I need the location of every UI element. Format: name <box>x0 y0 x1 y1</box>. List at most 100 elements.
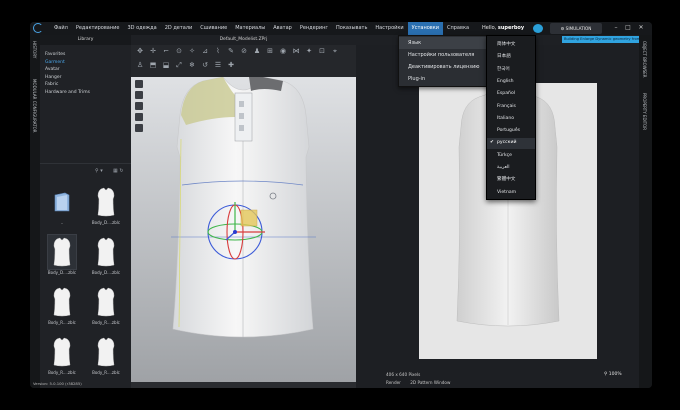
language-option[interactable]: العربية <box>487 163 535 174</box>
library-item[interactable]: Fabric <box>45 81 90 89</box>
language-option[interactable]: Português <box>487 126 535 137</box>
library-item[interactable]: Avatar <box>45 66 90 74</box>
reset-icon[interactable]: ↺ <box>201 61 209 69</box>
language-option[interactable]: ✔ русский <box>487 138 535 150</box>
library-thumbnail[interactable]: Body_D....zblc <box>87 235 125 278</box>
measure-icon[interactable]: ⊿ <box>201 47 209 55</box>
simulation-button[interactable]: ⚙ SIMULATION <box>550 23 602 34</box>
flatten-icon[interactable]: ⬒ <box>149 61 157 69</box>
language-option[interactable]: Français <box>487 102 535 113</box>
language-option[interactable]: 繁體中文 <box>487 175 535 186</box>
menu-item-4[interactable]: Сшивание <box>196 22 231 35</box>
language-option-label: Español <box>497 91 516 97</box>
garment-thumbnail-icon <box>48 335 76 369</box>
trim-icon[interactable]: ⊞ <box>266 47 274 55</box>
scale-icon[interactable]: ⤢ <box>175 61 183 69</box>
avatar-pose-icon[interactable]: ♙ <box>136 61 144 69</box>
fold-icon[interactable]: ⌐ <box>162 47 170 55</box>
library-thumbnail[interactable]: Body_D....zblc <box>87 185 125 228</box>
object-browser-tab[interactable]: OBJECT BROWSER <box>642 41 647 78</box>
texture-view-icon[interactable] <box>135 124 143 132</box>
tab-2d-pattern-window[interactable]: 2D Pattern Window <box>410 380 450 385</box>
library-thumbnail[interactable]: Body_R....zblc <box>87 285 125 328</box>
library-item[interactable]: Garment <box>45 59 90 67</box>
library-thumbnail[interactable]: Body_R....zblc <box>43 285 81 328</box>
layer-icon[interactable]: ☰ <box>214 61 222 69</box>
property-editor-tab[interactable]: PROPERTY EDITOR <box>642 93 647 130</box>
strengthen-icon[interactable]: ⬓ <box>162 61 170 69</box>
folder-icon <box>48 185 76 219</box>
right-panel-strip: OBJECT BROWSER PROPERTY EDITOR <box>639 35 652 388</box>
show-garment-icon[interactable] <box>135 113 143 121</box>
library-thumbnail[interactable]: Body_R....zblc <box>43 335 81 378</box>
thumbnail-label: Body_R....zblc <box>48 370 76 375</box>
menu-item-9[interactable]: Настройки <box>371 22 407 35</box>
zipper-icon[interactable]: ⋈ <box>292 47 300 55</box>
graphic-icon[interactable]: ✦ <box>305 47 313 55</box>
modular-configurator-tab[interactable]: MODULAR CONFIGURATOR <box>32 79 37 133</box>
sewing-icon[interactable]: ⌇ <box>214 47 222 55</box>
bottom-tabs: Render 2D Pattern Window <box>386 380 458 385</box>
menu-item-2[interactable]: 3D одежда <box>123 22 160 35</box>
garment-thumbnail-icon <box>92 335 120 369</box>
arrange-icon[interactable]: ✚ <box>227 61 235 69</box>
tab-render[interactable]: Render <box>386 380 401 385</box>
menu-item-1[interactable]: Редактирование <box>72 22 124 35</box>
language-option-label: English <box>497 78 514 84</box>
menu-item-11[interactable]: Справка <box>443 22 473 35</box>
freeze-icon[interactable]: ❄ <box>188 61 196 69</box>
thumbnail-label: Body_D....zblc <box>47 270 77 275</box>
view-options-icon[interactable]: ▦ ↻ <box>113 168 124 174</box>
minimize-icon[interactable]: – <box>612 24 620 32</box>
brush-icon[interactable]: ✎ <box>227 47 235 55</box>
view-cube-icon[interactable] <box>135 80 143 88</box>
menu-item-6[interactable]: Аватар <box>269 22 296 35</box>
library-thumbnail[interactable]: Body_R....zblc <box>87 335 125 378</box>
render-mode-icon[interactable] <box>135 91 143 99</box>
search-icon[interactable]: ⚲ ▾ <box>95 168 103 174</box>
3d-scene[interactable] <box>131 76 356 382</box>
menu-item-10[interactable]: Установки <box>407 22 443 35</box>
close-icon[interactable]: ✕ <box>637 24 645 32</box>
garment-thumbnail-icon <box>47 234 77 270</box>
button-icon[interactable]: ◉ <box>279 47 287 55</box>
avatar-icon[interactable]: ♟ <box>253 47 261 55</box>
language-option[interactable]: Türkçe <box>487 151 535 162</box>
select-icon[interactable]: ✥ <box>136 47 144 55</box>
language-option[interactable]: English <box>487 77 535 88</box>
library-item[interactable]: Favorites <box>45 51 90 59</box>
thumbnail-label: Body_R....zblc <box>92 320 120 325</box>
language-option[interactable]: 简体中文 <box>487 40 535 51</box>
tape-icon[interactable]: ⊘ <box>240 47 248 55</box>
language-option[interactable]: Español <box>487 89 535 100</box>
camera-icon[interactable]: ⌖ <box>331 47 339 55</box>
library-item[interactable]: Hanger <box>45 74 90 82</box>
zoom-level[interactable]: ⚲ 100% <box>604 372 622 377</box>
language-option[interactable]: Italiano <box>487 114 535 125</box>
user-greeting: Hello, superboy <box>482 25 525 31</box>
menu-item-5[interactable]: Материалы <box>231 22 269 35</box>
language-option[interactable]: 한국어 <box>487 65 535 76</box>
menu-item-3[interactable]: 2D детали <box>161 22 197 35</box>
library-thumbnail[interactable]: .. <box>43 185 81 228</box>
menu-item-7[interactable]: Рендеринг <box>296 22 332 35</box>
menu-item-8[interactable]: Показывать <box>332 22 371 35</box>
move-icon[interactable]: ✛ <box>149 47 157 55</box>
username[interactable]: superboy <box>498 25 524 31</box>
texture-icon[interactable]: ⊡ <box>318 47 326 55</box>
language-option[interactable]: 日本語 <box>487 52 535 63</box>
render-status-banner: Building Enlarge Dynamic geometry from i <box>562 36 639 43</box>
menu-item-0[interactable]: Файл <box>50 22 72 35</box>
show-avatar-icon[interactable] <box>135 102 143 110</box>
language-option[interactable]: Vietnam <box>487 188 535 199</box>
garment-thumbnail-icon <box>92 185 120 219</box>
maximize-icon[interactable]: □ <box>624 24 632 32</box>
tack-icon[interactable]: ✧ <box>188 47 196 55</box>
3d-viewport[interactable]: Default_Modelist.ZPrj ✥ ✛ ⌐ ⊙ ✧ ⊿ ⌇ ✎ ⊘ … <box>131 35 356 388</box>
pin-icon[interactable]: ⊙ <box>175 47 183 55</box>
version-status: Version: 5.0.100 (r38285) <box>33 381 82 386</box>
cloud-icon[interactable] <box>533 24 543 33</box>
history-tab[interactable]: HISTORY <box>32 41 37 58</box>
library-thumbnail[interactable]: Body_D....zblc <box>43 234 81 278</box>
library-item[interactable]: Hardware and Trims <box>45 89 90 97</box>
